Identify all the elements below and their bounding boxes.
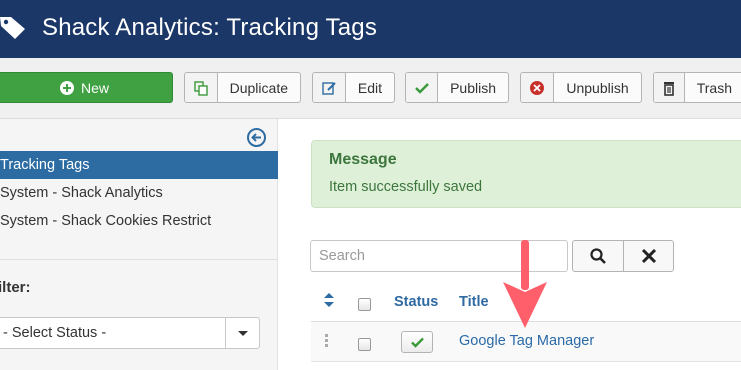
check-icon — [406, 73, 439, 102]
message-text: Item successfully saved — [329, 179, 483, 195]
collapse-sidebar-icon[interactable] — [246, 127, 267, 148]
clear-search-button[interactable] — [623, 240, 674, 272]
page-title: Shack Analytics: Tracking Tags — [42, 14, 378, 41]
sidebar-divider — [0, 259, 278, 260]
search-icon — [590, 248, 606, 264]
page-header: Shack Analytics: Tracking Tags — [0, 0, 741, 58]
plus-circle-icon — [59, 80, 74, 95]
sort-icon[interactable] — [323, 292, 335, 308]
drag-handle-icon[interactable] — [325, 334, 329, 348]
publish-button-label: Publish — [450, 79, 496, 96]
column-header-status[interactable]: Status — [394, 294, 438, 310]
row-checkbox[interactable] — [358, 338, 371, 351]
column-header-title[interactable]: Title — [459, 294, 489, 310]
chevron-down-icon — [237, 330, 248, 336]
check-icon — [410, 337, 424, 348]
message-heading: Message — [329, 151, 397, 168]
status-select[interactable]: - Select Status - — [0, 317, 260, 349]
status-toggle-button[interactable] — [401, 331, 433, 353]
duplicate-button-label: Duplicate — [229, 79, 288, 96]
sidebar-item-tracking-tags[interactable]: Tracking Tags — [0, 151, 278, 179]
trash-button-label: Trash — [696, 79, 732, 96]
edit-button[interactable]: Edit — [312, 72, 395, 103]
search-button[interactable] — [572, 240, 624, 272]
select-caret[interactable] — [225, 318, 259, 348]
new-button[interactable]: New — [0, 72, 173, 103]
sidebar-item-system-shack-analytics[interactable]: System - Shack Analytics — [0, 179, 278, 207]
trash-button[interactable]: Trash — [653, 72, 741, 103]
message-alert: Message Item successfully saved — [311, 140, 741, 208]
close-icon — [641, 248, 656, 264]
duplicate-button[interactable]: Duplicate — [184, 72, 301, 103]
edit-icon — [313, 73, 346, 102]
row-title-link[interactable]: Google Tag Manager — [459, 333, 594, 349]
new-button-label: New — [80, 79, 109, 96]
annotation-arrow-icon — [503, 240, 547, 328]
tag-icon — [0, 17, 25, 39]
unpublish-button[interactable]: Unpublish — [520, 72, 642, 103]
filter-label: ilter: — [0, 279, 31, 296]
publish-button[interactable]: Publish — [405, 72, 509, 103]
edit-button-label: Edit — [357, 79, 382, 96]
sidebar-item-system-shack-cookies-restrict[interactable]: System - Shack Cookies Restrict — [0, 207, 278, 235]
copy-icon — [185, 73, 218, 102]
status-select-value: - Select Status - — [3, 325, 107, 341]
unpublish-button-label: Unpublish — [566, 79, 629, 96]
select-all-checkbox[interactable] — [358, 298, 371, 311]
toolbar: New Duplicate Edit Publish Unpublish Tra… — [0, 58, 741, 119]
trash-icon — [654, 73, 685, 102]
sidebar: Tracking Tags System - Shack Analytics S… — [0, 119, 278, 370]
x-circle-icon — [521, 73, 554, 102]
